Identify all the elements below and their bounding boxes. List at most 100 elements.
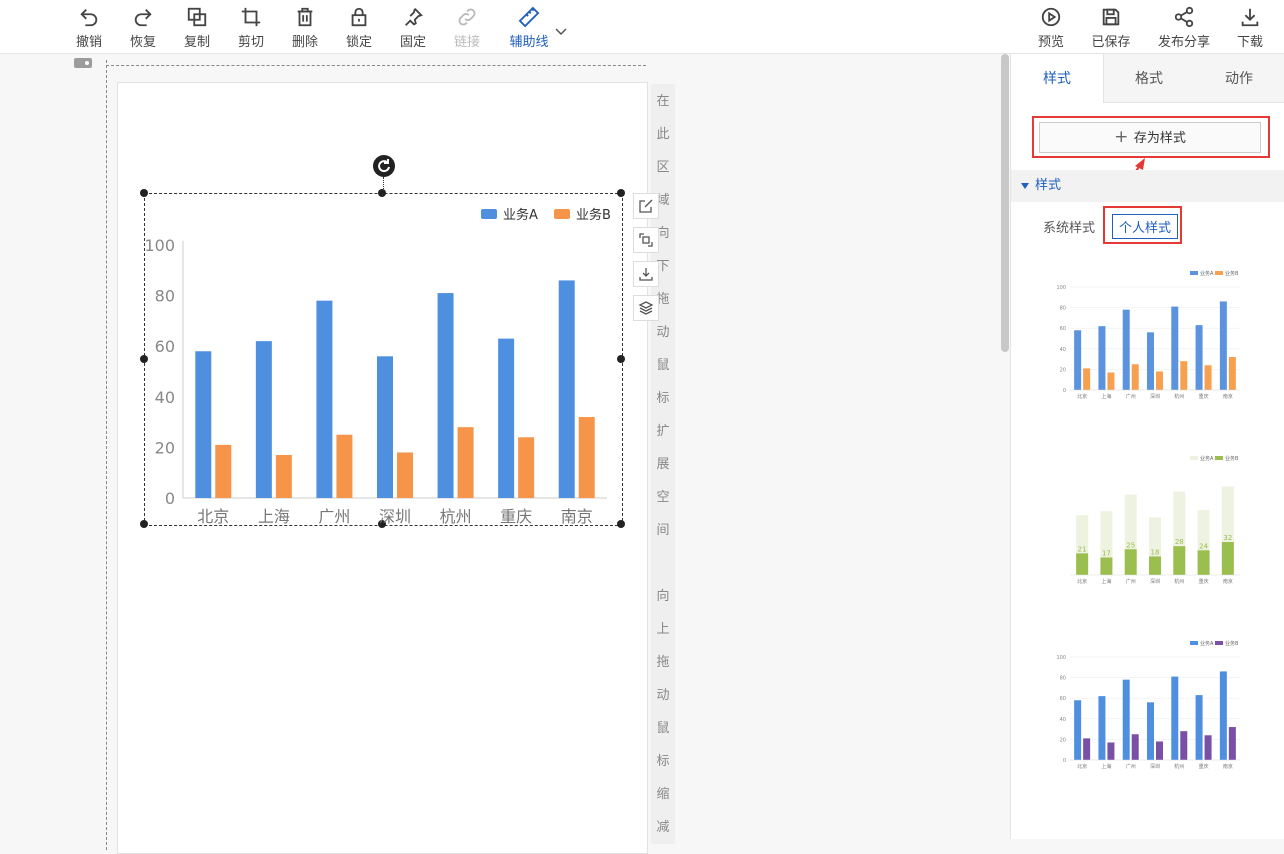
- thumb-bar-a: [1195, 695, 1203, 760]
- thumb-legend-swatch: [1215, 641, 1223, 645]
- style-thumbnail-1[interactable]: 业务A 业务B 0 20 40 60 80 100 北京 上海 广州 深圳 杭州 重庆 南京: [1040, 265, 1250, 405]
- thumb-bar-b: [1149, 556, 1161, 575]
- copy-button[interactable]: 复制: [170, 6, 224, 50]
- bar-b: [518, 437, 535, 498]
- thumb-y-tick: 60: [1060, 696, 1066, 702]
- tab-format[interactable]: 格式: [1103, 54, 1195, 102]
- thumb-legend-label: 业务B: [1225, 270, 1239, 277]
- thumb-y-tick: 100: [1056, 285, 1066, 291]
- vertical-guideline[interactable]: [106, 60, 107, 850]
- save-label: 已保存: [1091, 35, 1131, 50]
- publish-share-button[interactable]: 发布分享: [1152, 6, 1216, 50]
- style-thumbnail-3[interactable]: 业务A 业务B 0 20 40 60 80 100 北京 上海 广州 深圳 杭州 重庆 南京: [1040, 635, 1250, 775]
- thumb-legend-swatch: [1190, 271, 1198, 275]
- thumb-bar-a: [1147, 332, 1154, 390]
- preview-button[interactable]: 预览: [1024, 6, 1078, 50]
- thumb-bar-b: [1124, 549, 1137, 575]
- tab-style[interactable]: 样式: [1011, 54, 1104, 103]
- lock-icon: [351, 7, 367, 27]
- thumb-legend-swatch: [1190, 456, 1198, 460]
- y-tick-label: 40: [155, 388, 175, 407]
- thumb-x-tick: 南京: [1223, 578, 1233, 585]
- thumb-x-tick: 深圳: [1150, 763, 1160, 770]
- thumb-bar-a: [1219, 301, 1227, 390]
- thumb-bar-b: [1083, 738, 1091, 760]
- bar-b: [275, 454, 292, 498]
- download-icon: [1241, 8, 1259, 27]
- thumb-legend-swatch: [1190, 641, 1198, 645]
- shrink-hint-text: 向上拖动鼠标缩减: [651, 580, 675, 844]
- thumb-x-tick: 上海: [1101, 763, 1111, 770]
- style-thumbnail-2[interactable]: 业务A 业务B 21 北京 17 上海 25 广州 18 深圳 28 杭州 24 重庆 32 南京: [1040, 450, 1250, 590]
- legend-swatch: [481, 209, 497, 219]
- replace-button[interactable]: [633, 227, 659, 253]
- download-icon: [639, 268, 653, 281]
- thumb-y-tick: 80: [1060, 306, 1066, 312]
- y-tick-label: 0: [165, 489, 175, 508]
- canvas-scrollbar[interactable]: [1001, 54, 1009, 352]
- bar-a: [377, 356, 393, 498]
- lock-label: 锁定: [345, 35, 372, 50]
- x-tick-label: 上海: [258, 507, 290, 524]
- delete-label: 删除: [291, 35, 318, 50]
- undo-icon: [80, 9, 98, 27]
- thumb-legend-label: 业务B: [1225, 640, 1239, 647]
- thumb-bar-b: [1180, 361, 1188, 390]
- x-tick-label: 重庆: [500, 507, 532, 524]
- thumb-x-tick: 重庆: [1199, 393, 1209, 400]
- thumb-y-tick: 60: [1060, 326, 1066, 332]
- tag-icon[interactable]: [74, 58, 92, 68]
- horizontal-guideline[interactable]: [106, 65, 646, 66]
- undo-button[interactable]: 撤销: [62, 6, 116, 50]
- thumb-bar-a: [1074, 330, 1082, 390]
- thumb-y-tick: 0: [1063, 388, 1066, 394]
- guideline-button[interactable]: 辅助线: [500, 6, 558, 50]
- thumb-bar-a: [1098, 326, 1106, 390]
- layers-icon: [638, 301, 654, 315]
- style-section-header[interactable]: 样式: [1011, 170, 1284, 202]
- thumb-data-label: 25: [1126, 541, 1135, 549]
- lock-button[interactable]: 锁定: [332, 6, 386, 50]
- hint-char: 动: [656, 688, 670, 703]
- y-tick-label: 60: [155, 337, 175, 356]
- caret-down-icon: [1021, 182, 1029, 189]
- thumb-data-label: 28: [1175, 538, 1184, 546]
- redo-label: 恢复: [129, 35, 156, 50]
- thumb-y-tick: 0: [1063, 758, 1066, 764]
- hint-char: 向: [656, 589, 670, 604]
- bar-b: [457, 427, 474, 498]
- layers-button[interactable]: [633, 295, 659, 321]
- rotate-handle[interactable]: [373, 155, 395, 177]
- x-tick-label: 广州: [318, 507, 350, 524]
- tab-action[interactable]: 动作: [1193, 54, 1284, 102]
- link-button[interactable]: 链接: [440, 6, 494, 50]
- save-button[interactable]: 已保存: [1084, 6, 1138, 50]
- cut-button[interactable]: 剪切: [224, 6, 278, 50]
- thumb-bar-a: [1171, 306, 1179, 390]
- delete-button[interactable]: 删除: [278, 6, 332, 50]
- link-label: 链接: [453, 35, 480, 50]
- thumb-bar-b: [1083, 368, 1091, 390]
- thumb-bar-b: [1180, 731, 1188, 760]
- system-styles-tab[interactable]: 系统样式: [1043, 217, 1095, 236]
- swap-icon: [639, 233, 653, 247]
- export-button[interactable]: [633, 261, 659, 287]
- x-tick-label: 杭州: [440, 507, 472, 524]
- bar-chart[interactable]: 0 20 40 60 80 100 北京 上海 广州 深圳 杭州 重庆 南京 业务A 业务B: [144, 193, 621, 524]
- thumb-legend-label: 业务A: [1200, 270, 1214, 277]
- edit-button[interactable]: [633, 193, 659, 219]
- thumb-bar-a: [1122, 309, 1130, 390]
- redo-button[interactable]: 恢复: [116, 6, 170, 50]
- hint-char: 空: [656, 490, 670, 505]
- thumb-bar-b: [1156, 371, 1163, 390]
- thumb-bar-a: [1122, 679, 1130, 760]
- element-tools: [633, 193, 659, 329]
- guideline-dropdown[interactable]: [552, 28, 570, 39]
- download-button[interactable]: 下载: [1223, 6, 1277, 50]
- bar-b: [336, 434, 353, 498]
- thumb-bar-b: [1173, 546, 1186, 575]
- hint-char: 鼠: [656, 721, 670, 736]
- thumb-y-tick: 100: [1056, 655, 1066, 661]
- thumb-y-tick: 40: [1060, 717, 1066, 723]
- pin-button[interactable]: 固定: [386, 6, 440, 50]
